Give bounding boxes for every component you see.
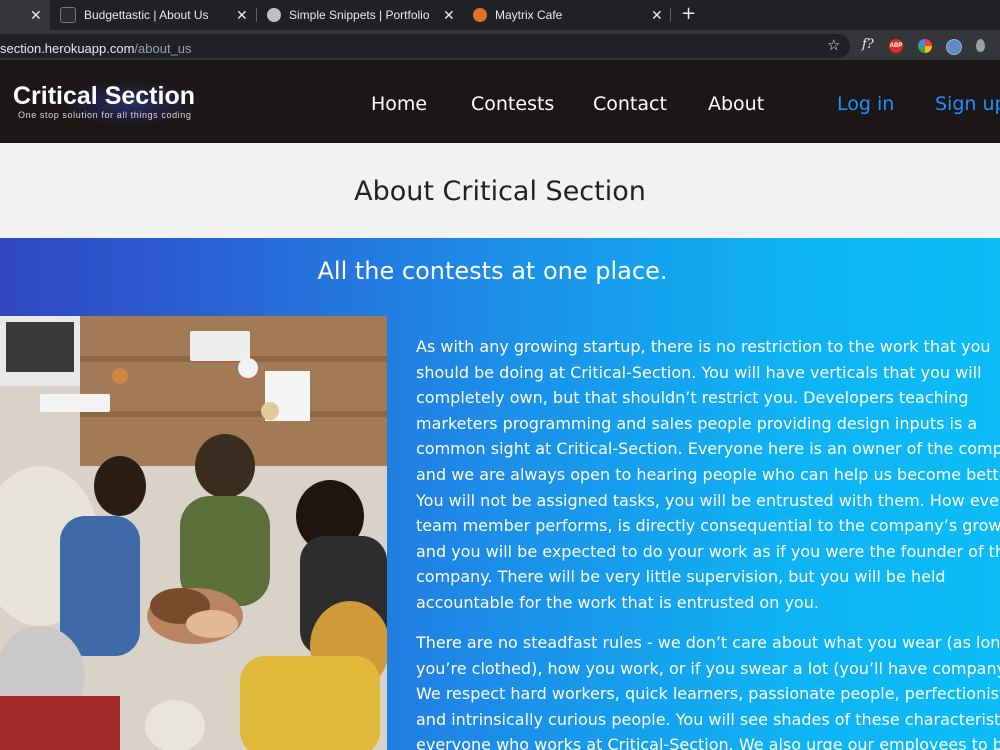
login-link[interactable]: Log in xyxy=(837,93,894,115)
about-paragraph-1: As with any growing startup, there is no… xyxy=(416,334,1000,616)
paragraph-line: everyone who works at Critical-Section. … xyxy=(416,735,1000,750)
adblock-extension-icon[interactable]: ABP xyxy=(889,39,903,53)
page-title: About Critical Section xyxy=(354,176,646,207)
bookmark-star-icon[interactable]: ☆ xyxy=(827,36,840,54)
team-huddle-photo xyxy=(0,316,387,750)
logo-title: Critical Section xyxy=(13,82,195,110)
logo-tagline: One stop solution for all things coding xyxy=(18,110,192,120)
eyedropper-extension-icon[interactable] xyxy=(976,39,985,52)
paragraph-line: As with any growing startup, there is no… xyxy=(416,337,991,356)
paragraph-line: You will not be assigned tasks, you will… xyxy=(416,490,1000,510)
paragraph-line: and we are always open to hearing people… xyxy=(416,464,1000,484)
paragraph-line: team member performs, is directly conseq… xyxy=(416,516,1000,536)
tab-close-icon[interactable]: ✕ xyxy=(651,7,663,24)
paragraph-line: you’re clothed), how you work, or if you… xyxy=(416,658,1000,678)
tab-separator xyxy=(670,8,671,22)
url-host: section.herokuapp.com xyxy=(0,41,135,56)
paragraph-line: completely own, but that shouldn’t restr… xyxy=(416,388,969,408)
browser-toolbar: section.herokuapp.com/about_us ☆ f? ABP xyxy=(0,30,1000,60)
globe-icon xyxy=(267,8,281,22)
globe-extension-icon[interactable] xyxy=(946,39,962,55)
paragraph-line: and intrinsically curious people. You wi… xyxy=(416,709,1000,729)
browser-tab-simple-snippets[interactable]: Simple Snippets | Portfolio ✕ xyxy=(258,0,463,30)
url-text[interactable]: section.herokuapp.com/about_us xyxy=(0,41,192,56)
nav-contests[interactable]: Contests xyxy=(471,93,554,115)
section-heading: All the contests at one place. xyxy=(317,257,668,285)
paragraph-line: We respect hard workers, quick learners,… xyxy=(416,684,1000,704)
about-section: All the contests at one place. As with a… xyxy=(0,238,1000,750)
paragraph-line: company. There will be very little super… xyxy=(416,567,946,587)
formula-extension-icon[interactable]: f? xyxy=(862,37,874,52)
page-title-band: About Critical Section xyxy=(0,143,1000,238)
about-paragraph-2: There are no steadfast rules - we don’t … xyxy=(416,630,1000,750)
tab-title: Maytrix Cafe xyxy=(495,8,563,22)
nav-contact[interactable]: Contact xyxy=(593,93,667,115)
browser-tab-strip: ✕ Budgettastic | About Us ✕ Simple Snipp… xyxy=(0,0,1000,30)
tab-title: Budgettastic | About Us xyxy=(84,8,209,22)
signup-link[interactable]: Sign up xyxy=(935,93,1000,115)
tab-title: Simple Snippets | Portfolio xyxy=(289,8,430,22)
new-tab-button[interactable]: + xyxy=(681,3,696,24)
nav-about[interactable]: About xyxy=(708,93,764,115)
browser-tab-active[interactable]: ✕ xyxy=(0,0,50,30)
site-navbar: Critical Section One stop solution for a… xyxy=(0,60,1000,143)
maytrix-favicon-icon xyxy=(473,8,487,22)
paragraph-line: common sight at Critical-Section. Everyo… xyxy=(416,439,1000,459)
paragraph-line: There are no steadfast rules - we don’t … xyxy=(416,633,1000,652)
tab-separator xyxy=(256,8,257,22)
color-picker-extension-icon[interactable] xyxy=(918,39,932,53)
budgettastic-favicon-icon xyxy=(60,7,76,23)
paragraph-line: marketers programming and sales people p… xyxy=(416,413,978,433)
browser-tab-maytrix-cafe[interactable]: Maytrix Cafe ✕ xyxy=(463,0,668,30)
browser-tab-budgettastic[interactable]: Budgettastic | About Us ✕ xyxy=(50,0,255,30)
url-path: /about_us xyxy=(134,41,192,56)
paragraph-line: should be doing at Critical-Section. You… xyxy=(416,362,982,382)
tab-close-icon[interactable]: ✕ xyxy=(443,7,455,24)
tab-close-icon[interactable]: ✕ xyxy=(236,7,248,24)
tab-close-icon[interactable]: ✕ xyxy=(30,7,42,24)
address-bar[interactable]: section.herokuapp.com/about_us xyxy=(0,34,850,58)
paragraph-line: and you will be expected to do your work… xyxy=(416,541,1000,561)
paragraph-line: accountable for the work that is entrust… xyxy=(416,592,819,612)
team-hands-illustration xyxy=(0,316,387,750)
nav-home[interactable]: Home xyxy=(371,93,427,115)
